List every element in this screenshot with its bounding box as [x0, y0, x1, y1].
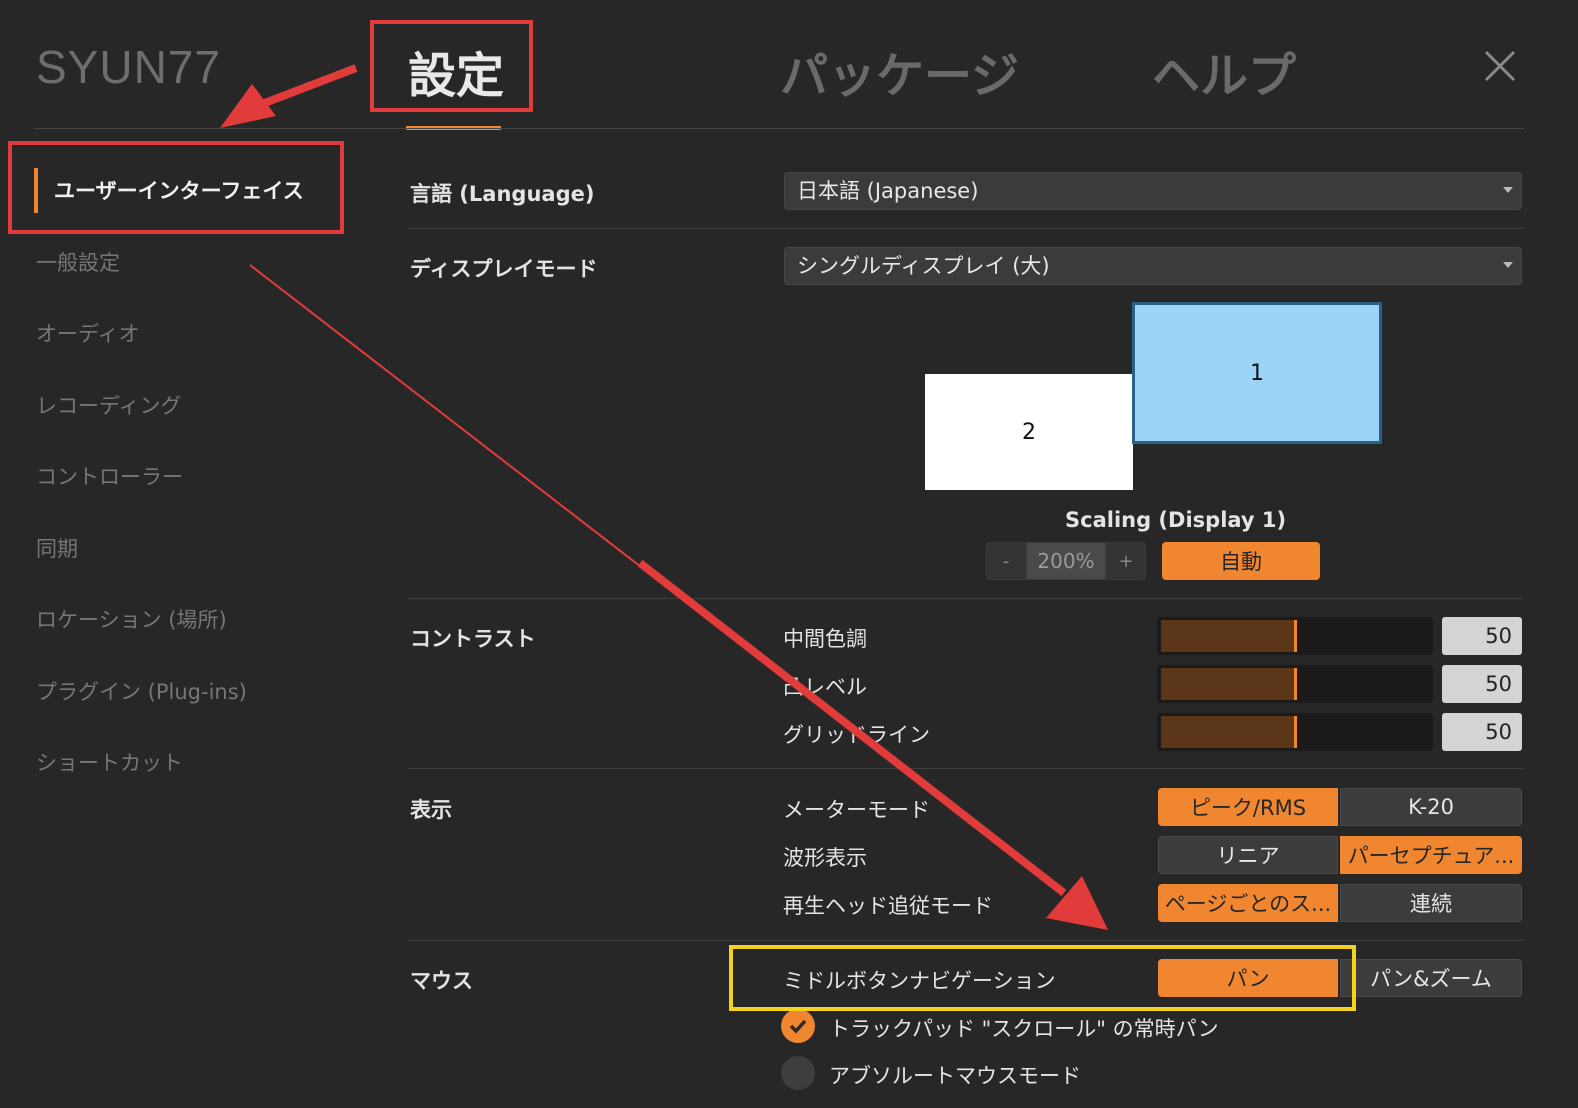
- annotation-arrows: [220, 64, 1108, 930]
- arrow-head-icon: [220, 84, 276, 128]
- arrow-line: [260, 64, 358, 108]
- arrow-line: [637, 559, 1067, 897]
